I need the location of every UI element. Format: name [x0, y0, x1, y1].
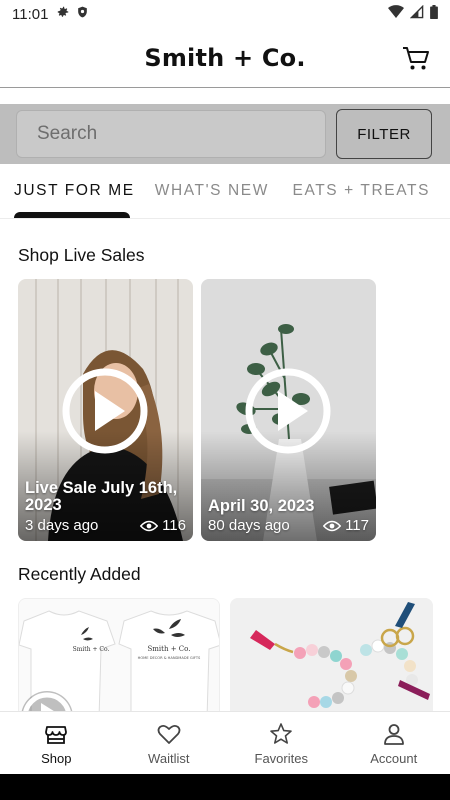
svg-text:HOME DECOR & HANDMADE GIFTS: HOME DECOR & HANDMADE GIFTS: [138, 656, 201, 660]
nav-account[interactable]: Account: [338, 712, 450, 774]
search-input[interactable]: [16, 110, 326, 158]
svg-text:Smith + Co.: Smith + Co.: [148, 645, 191, 653]
nav-label: Shop: [41, 750, 72, 766]
play-icon: [62, 368, 148, 454]
product-card[interactable]: Smith + Co. Smith + Co. HOME DECOR & HAN…: [18, 598, 220, 718]
nav-shop[interactable]: Shop: [0, 712, 113, 774]
wifi-icon: [388, 5, 404, 23]
section-title-live-sales: Shop Live Sales: [18, 245, 145, 265]
heart-icon: [157, 724, 181, 744]
live-sale-meta: 80 days ago 117: [208, 517, 369, 534]
product-card[interactable]: [230, 598, 433, 718]
search-bar: FILTER: [0, 104, 450, 164]
star-icon: [270, 722, 293, 744]
live-sale-card[interactable]: April 30, 2023 80 days ago 117: [201, 279, 376, 541]
tab-eats-treats[interactable]: EATS + TREATS: [293, 164, 450, 218]
tab-whats-new[interactable]: WHAT'S NEW: [155, 164, 293, 218]
app-title: Smith + Co.: [144, 43, 306, 72]
status-bar: 11:01: [0, 0, 450, 28]
view-count: 116: [140, 517, 186, 534]
view-count-value: 117: [345, 517, 369, 534]
system-navigation-bar: [0, 774, 450, 800]
shield-icon: [76, 5, 89, 23]
nav-label: Favorites: [254, 750, 308, 766]
play-icon: [245, 368, 331, 454]
view-count-value: 116: [162, 517, 186, 534]
tab-just-for-me[interactable]: JUST FOR ME: [14, 164, 155, 218]
live-sale-card[interactable]: Live Sale July 16th, 2023 3 days ago 116: [18, 279, 193, 541]
eye-icon: [323, 520, 342, 531]
live-sale-title: April 30, 2023: [208, 497, 315, 515]
active-tab-indicator: [14, 212, 130, 218]
product-image-keychains: [230, 598, 433, 718]
svg-text:Smith + Co.: Smith + Co.: [73, 646, 110, 653]
bottom-nav: Shop Waitlist Favorites Account: [0, 711, 450, 774]
nav-waitlist[interactable]: Waitlist: [113, 712, 226, 774]
section-title-recently-added: Recently Added: [18, 564, 141, 584]
person-icon: [383, 723, 404, 745]
product-image-tshirts: Smith + Co. Smith + Co. HOME DECOR & HAN…: [19, 599, 219, 717]
eye-icon: [140, 520, 159, 531]
app-header: Smith + Co.: [0, 28, 450, 88]
signal-icon: [409, 4, 424, 23]
filter-button[interactable]: FILTER: [336, 109, 432, 159]
nav-label: Waitlist: [148, 750, 190, 766]
live-sale-age: 80 days ago: [208, 517, 290, 534]
cart-icon: [403, 47, 429, 70]
nav-favorites[interactable]: Favorites: [225, 712, 338, 774]
category-tabs: JUST FOR ME WHAT'S NEW EATS + TREATS: [0, 164, 450, 219]
gear-icon: [56, 5, 70, 23]
status-time: 11:01: [12, 5, 49, 23]
cart-button[interactable]: [400, 42, 432, 74]
live-sale-meta: 3 days ago 116: [25, 517, 186, 534]
nav-label: Account: [370, 750, 418, 766]
live-sale-title: Live Sale July 16th, 2023: [25, 479, 178, 514]
view-count: 117: [323, 517, 369, 534]
battery-icon: [430, 5, 438, 23]
store-icon: [45, 725, 68, 744]
live-sale-age: 3 days ago: [25, 517, 99, 534]
